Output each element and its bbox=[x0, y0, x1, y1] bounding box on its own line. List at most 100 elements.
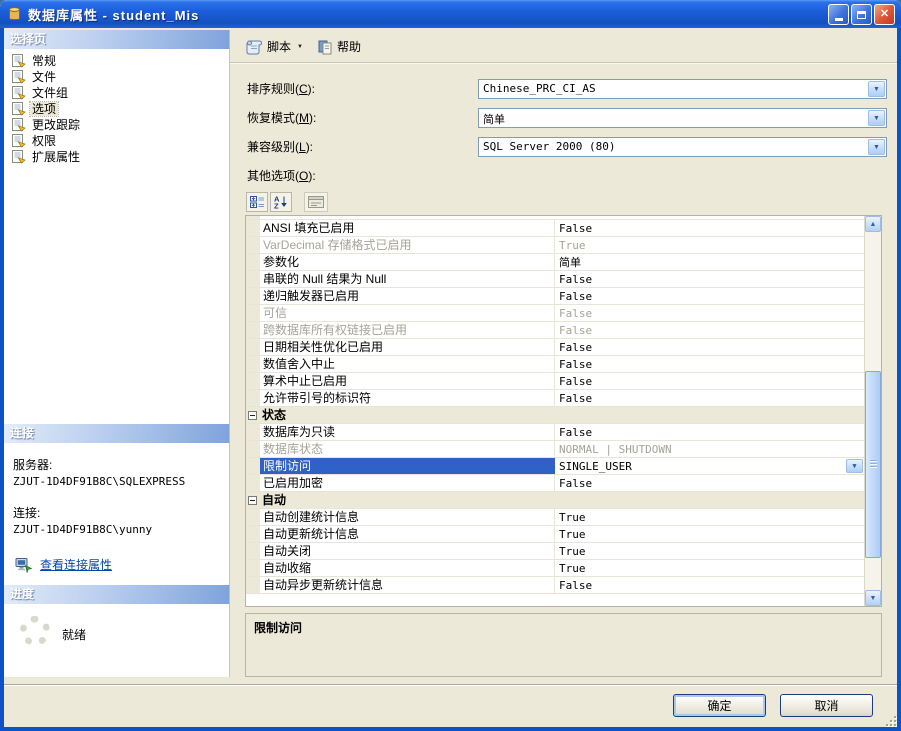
property-name[interactable]: 日期相关性优化已启用 bbox=[260, 339, 555, 355]
grid-row[interactable]: 数据库为只读False bbox=[246, 424, 864, 441]
grid-row[interactable]: 参数化简单 bbox=[246, 254, 864, 271]
connection-header: 连接 bbox=[4, 424, 230, 443]
property-name[interactable]: ANSI 填充已启用 bbox=[260, 220, 555, 236]
grid-row[interactable]: 自动收缩True bbox=[246, 560, 864, 577]
grid-row[interactable]: 日期相关性优化已启用False bbox=[246, 339, 864, 356]
grid-row[interactable]: 自动关闭True bbox=[246, 543, 864, 560]
sidebar-item[interactable]: 选项 bbox=[4, 101, 229, 117]
property-value[interactable]: True bbox=[555, 543, 864, 559]
grid-row[interactable]: 已启用加密False bbox=[246, 475, 864, 492]
grid-category-row[interactable]: 状态 bbox=[246, 407, 864, 424]
scroll-down-button[interactable]: ▼ bbox=[865, 590, 881, 606]
property-name[interactable]: 自动更新统计信息 bbox=[260, 526, 555, 542]
property-name[interactable]: 可信 bbox=[260, 305, 555, 321]
property-value[interactable]: False bbox=[555, 373, 864, 389]
property-value[interactable]: False bbox=[555, 475, 864, 491]
scroll-up-button[interactable]: ▲ bbox=[865, 216, 881, 232]
script-button[interactable]: 脚本 ▼ bbox=[240, 36, 307, 57]
property-value[interactable]: True bbox=[555, 237, 864, 253]
grid-row[interactable]: 算术中止已启用False bbox=[246, 373, 864, 390]
property-name[interactable]: 递归触发器已启用 bbox=[260, 288, 555, 304]
ok-button[interactable]: 确定 bbox=[673, 694, 766, 717]
grid-row[interactable]: 跨数据库所有权链接已启用False bbox=[246, 322, 864, 339]
property-name[interactable]: 跨数据库所有权链接已启用 bbox=[260, 322, 555, 338]
property-value[interactable]: True bbox=[555, 560, 864, 576]
toolbar-separator bbox=[230, 62, 897, 64]
help-button[interactable]: 帮助 bbox=[313, 36, 365, 57]
property-name[interactable]: 已启用加密 bbox=[260, 475, 555, 491]
database-properties-dialog: 数据库属性 - student_Mis ✕ 选择页 常规 文件 文件组 bbox=[0, 0, 901, 731]
sidebar-item[interactable]: 常规 bbox=[4, 53, 229, 69]
grid-row[interactable]: 自动异步更新统计信息False bbox=[246, 577, 864, 594]
sidebar-item[interactable]: 扩展属性 bbox=[4, 149, 229, 165]
property-name[interactable]: 算术中止已启用 bbox=[260, 373, 555, 389]
property-name[interactable]: 数据库为只读 bbox=[260, 424, 555, 440]
property-value[interactable]: NORMAL | SHUTDOWN bbox=[555, 441, 864, 457]
property-name[interactable]: 限制访问 bbox=[260, 458, 555, 474]
sidebar-item[interactable]: 权限 bbox=[4, 133, 229, 149]
property-name[interactable]: 数值舍入中止 bbox=[260, 356, 555, 372]
resize-grip[interactable] bbox=[884, 714, 896, 726]
collapse-icon[interactable] bbox=[248, 411, 257, 420]
collapse-icon[interactable] bbox=[248, 496, 257, 505]
property-value[interactable]: 简单 bbox=[555, 254, 864, 270]
property-name[interactable]: 自动异步更新统计信息 bbox=[260, 577, 555, 593]
grid-row[interactable]: 限制访问SINGLE_USER▼ bbox=[246, 458, 864, 475]
grid-row[interactable]: 自动创建统计信息True bbox=[246, 509, 864, 526]
property-value[interactable]: False bbox=[555, 305, 864, 321]
recovery-model-combo[interactable]: 简单 ▼ bbox=[478, 108, 887, 128]
property-value[interactable]: True bbox=[555, 509, 864, 525]
server-value: ZJUT-1D4DF91B8C\SQLEXPRESS bbox=[13, 475, 220, 488]
property-value[interactable]: False bbox=[555, 424, 864, 440]
maximize-button[interactable] bbox=[851, 4, 872, 25]
property-value[interactable]: False bbox=[555, 339, 864, 355]
grid-scrollbar[interactable]: ▲ ▼ bbox=[864, 216, 881, 606]
property-value[interactable]: False bbox=[555, 356, 864, 372]
property-value[interactable]: True bbox=[555, 526, 864, 542]
property-value[interactable]: False bbox=[555, 390, 864, 406]
grid-row[interactable]: 可信False bbox=[246, 305, 864, 322]
collation-combo[interactable]: Chinese_PRC_CI_AS ▼ bbox=[478, 79, 887, 99]
categorized-view-button[interactable] bbox=[246, 192, 268, 212]
view-connection-properties-link[interactable]: 查看连接属性 bbox=[40, 556, 112, 573]
grid-row[interactable]: 数据库状态NORMAL | SHUTDOWN bbox=[246, 441, 864, 458]
grid-row[interactable]: ANSI 填充已启用False bbox=[246, 220, 864, 237]
chevron-down-icon[interactable]: ▼ bbox=[868, 110, 885, 126]
sidebar-item[interactable]: 文件 bbox=[4, 69, 229, 85]
property-value[interactable]: False bbox=[555, 577, 864, 593]
scrollbar-thumb[interactable] bbox=[865, 371, 881, 558]
property-name[interactable]: 数据库状态 bbox=[260, 441, 555, 457]
chevron-down-icon[interactable]: ▼ bbox=[868, 139, 885, 155]
alphabetical-sort-button[interactable]: A Z bbox=[270, 192, 292, 212]
property-name[interactable]: 自动收缩 bbox=[260, 560, 555, 576]
grid-row[interactable]: 递归触发器已启用False bbox=[246, 288, 864, 305]
property-value[interactable]: False bbox=[555, 220, 864, 236]
progress-spinner-icon bbox=[20, 616, 50, 646]
property-value[interactable]: False bbox=[555, 288, 864, 304]
sidebar-item[interactable]: 更改跟踪 bbox=[4, 117, 229, 133]
title-bar[interactable]: 数据库属性 - student_Mis ✕ bbox=[0, 0, 901, 28]
row-gutter bbox=[246, 577, 260, 593]
property-name[interactable]: VarDecimal 存储格式已启用 bbox=[260, 237, 555, 253]
property-value[interactable]: SINGLE_USER▼ bbox=[555, 458, 864, 474]
compatibility-level-combo[interactable]: SQL Server 2000 (80) ▼ bbox=[478, 137, 887, 157]
sidebar-item[interactable]: 文件组 bbox=[4, 85, 229, 101]
grid-category-row[interactable]: 自动 bbox=[246, 492, 864, 509]
close-button[interactable]: ✕ bbox=[874, 4, 895, 25]
property-name[interactable]: 允许带引号的标识符 bbox=[260, 390, 555, 406]
grid-row[interactable]: 允许带引号的标识符False bbox=[246, 390, 864, 407]
property-value[interactable]: False bbox=[555, 271, 864, 287]
property-value[interactable]: False bbox=[555, 322, 864, 338]
property-name[interactable]: 参数化 bbox=[260, 254, 555, 270]
grid-row[interactable]: 串联的 Null 结果为 NullFalse bbox=[246, 271, 864, 288]
property-name[interactable]: 自动关闭 bbox=[260, 543, 555, 559]
grid-row[interactable]: VarDecimal 存储格式已启用True bbox=[246, 237, 864, 254]
grid-row[interactable]: 自动更新统计信息True bbox=[246, 526, 864, 543]
property-name[interactable]: 自动创建统计信息 bbox=[260, 509, 555, 525]
chevron-down-icon[interactable]: ▼ bbox=[868, 81, 885, 97]
property-name[interactable]: 串联的 Null 结果为 Null bbox=[260, 271, 555, 287]
minimize-button[interactable] bbox=[828, 4, 849, 25]
grid-row[interactable]: 数值舍入中止False bbox=[246, 356, 864, 373]
value-dropdown-button[interactable]: ▼ bbox=[846, 459, 863, 473]
cancel-button[interactable]: 取消 bbox=[780, 694, 873, 717]
